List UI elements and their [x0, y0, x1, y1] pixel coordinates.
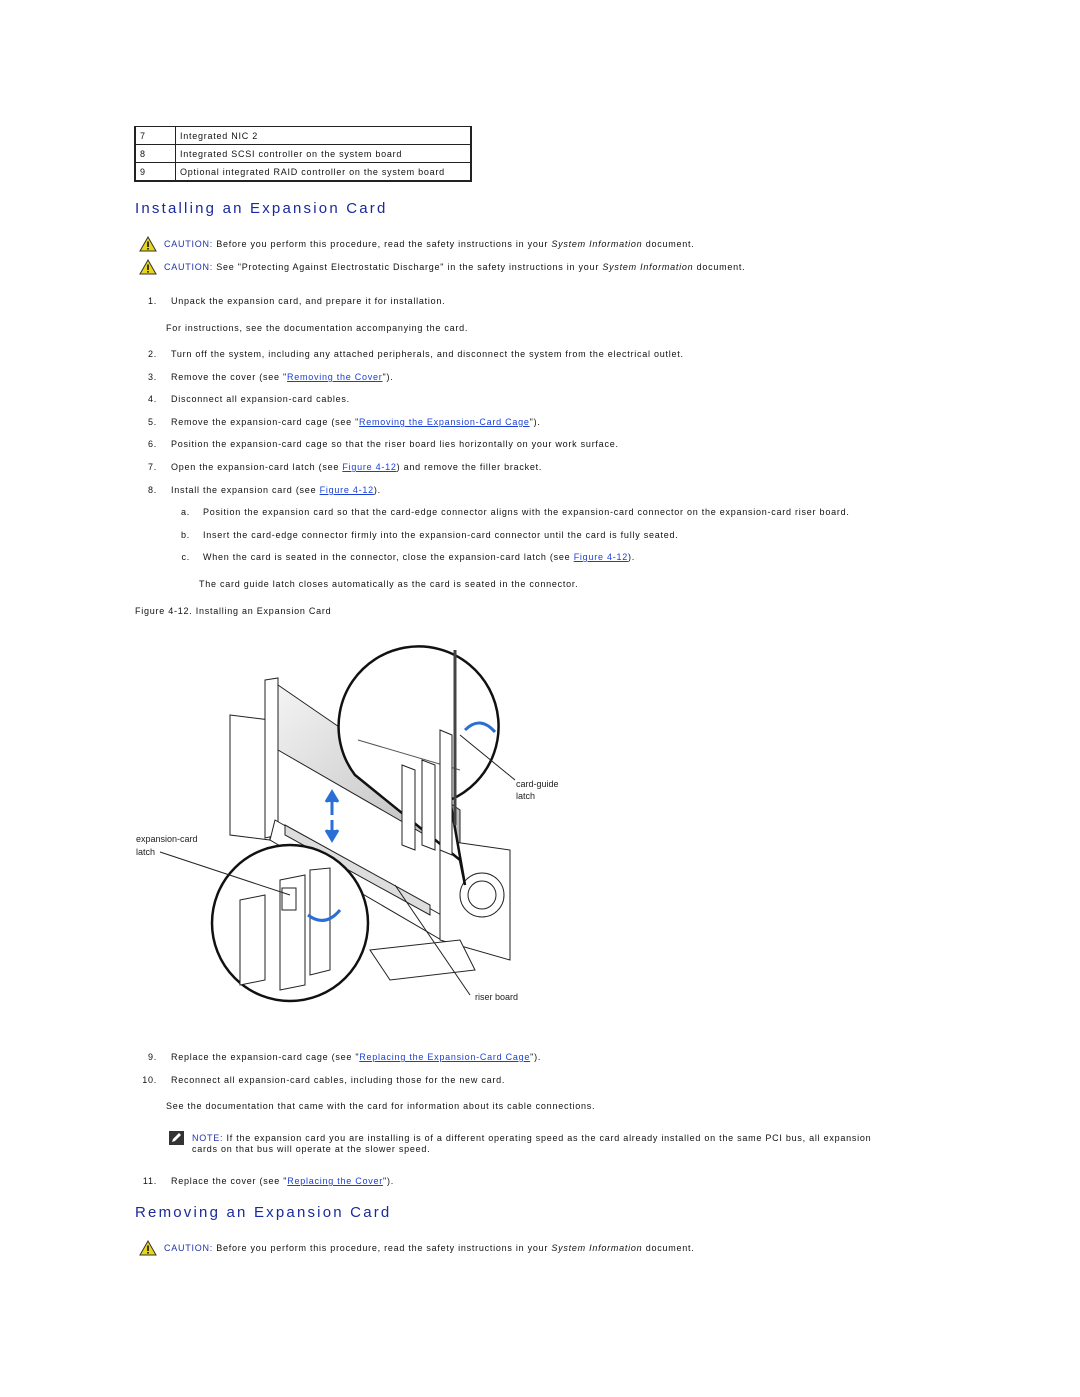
- figure-link[interactable]: Figure 4-12: [574, 552, 628, 562]
- port-table: 7 Integrated NIC 2 8 Integrated SCSI contr…: [134, 126, 472, 182]
- step-text: Remove the cover (see "Removing the Cove…: [171, 372, 394, 382]
- step-text: Unpack the expansion card, and prepare i…: [171, 296, 446, 306]
- figure-link[interactable]: Figure 4-12: [320, 485, 374, 495]
- substep-text: Position the expansion card so that the …: [203, 507, 850, 517]
- section-heading: Installing an Expansion Card: [135, 200, 388, 217]
- warning-icon: [139, 236, 157, 252]
- svg-text:latch: latch: [136, 847, 155, 857]
- document-page: 7 Integrated NIC 2 8 Integrated SCSI contr…: [0, 0, 1080, 1397]
- step-text: Turn off the system, including any attac…: [171, 349, 684, 359]
- step-text: Disconnect all expansion-card cables.: [171, 394, 350, 404]
- note-text-line2: cards on that bus will operate at the sl…: [192, 1144, 431, 1154]
- step-text: Install the expansion card (see Figure 4…: [171, 485, 381, 495]
- table-row: 9 Optional integrated RAID controller on …: [134, 162, 472, 182]
- step-text: Position the expansion-card cage so that…: [171, 439, 619, 449]
- substep-note: The card guide latch closes automaticall…: [199, 579, 579, 589]
- caution-text: CAUTION: Before you perform this procedu…: [164, 239, 695, 249]
- expansion-card-latch-label: expansion-card: [136, 834, 198, 844]
- figure-caption: Figure 4-12. Installing an Expansion Car…: [135, 606, 332, 616]
- step-text: Replace the cover (see "Replacing the Co…: [171, 1176, 394, 1186]
- replacing-cage-link[interactable]: Replacing the Expansion-Card Cage: [359, 1052, 530, 1062]
- table-row: 8 Integrated SCSI controller on the syste…: [134, 144, 472, 163]
- expansion-card-illustration: card-guide latch expansion-card latch ri…: [136, 645, 559, 1003]
- figure-link[interactable]: Figure 4-12: [342, 462, 396, 472]
- step-text: Remove the expansion-card cage (see "Rem…: [171, 417, 541, 427]
- step-text: Replace the expansion-card cage (see "Re…: [171, 1052, 542, 1062]
- removing-cage-link[interactable]: Removing the Expansion-Card Cage: [359, 417, 530, 427]
- step-subtext: See the documentation that came with the…: [166, 1101, 596, 1111]
- substep-text: When the card is seated in the connector…: [203, 552, 635, 562]
- card-guide-latch-label: card-guide: [516, 779, 559, 789]
- replacing-cover-link[interactable]: Replacing the Cover: [287, 1176, 383, 1186]
- svg-text:latch: latch: [516, 791, 535, 801]
- step-text: Open the expansion-card latch (see Figur…: [171, 462, 543, 472]
- warning-icon: [139, 1240, 157, 1256]
- step-text: Reconnect all expansion-card cables, inc…: [171, 1075, 506, 1085]
- caution-text: CAUTION: See "Protecting Against Electro…: [164, 262, 746, 272]
- step-subtext: For instructions, see the documentation …: [166, 323, 469, 333]
- removing-cover-link[interactable]: Removing the Cover: [287, 372, 383, 382]
- substep-text: Insert the card-edge connector firmly in…: [203, 530, 679, 540]
- section-heading: Removing an Expansion Card: [135, 1204, 392, 1221]
- caution-text: CAUTION: Before you perform this procedu…: [164, 1243, 695, 1253]
- note-pencil-icon: [169, 1131, 184, 1145]
- riser-board-label: riser board: [475, 992, 518, 1002]
- table-row: 7 Integrated NIC 2: [134, 126, 472, 145]
- warning-icon: [139, 259, 157, 275]
